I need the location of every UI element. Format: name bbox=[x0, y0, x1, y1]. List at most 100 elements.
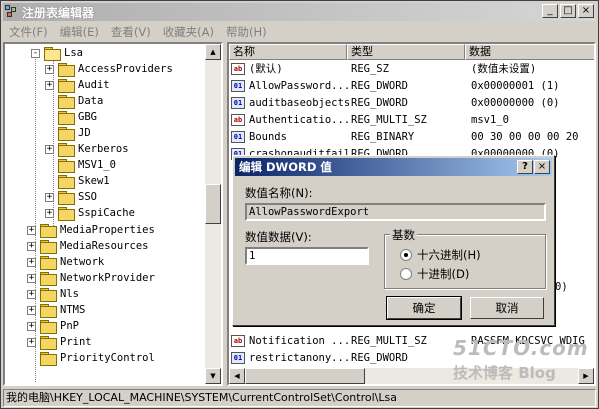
tree-item-data[interactable]: Data bbox=[45, 93, 103, 109]
tree-item-gbg[interactable]: GBG bbox=[45, 109, 97, 125]
scroll-left-icon[interactable]: ◀ bbox=[229, 368, 245, 384]
expand-icon[interactable]: + bbox=[27, 337, 36, 347]
radio-hexadecimal[interactable]: 十六进制(H) bbox=[400, 247, 481, 263]
value-row[interactable]: ab (默认) REG_SZ (数值未设置) bbox=[229, 61, 594, 78]
expand-icon[interactable]: + bbox=[27, 321, 36, 331]
tree-item-network[interactable]: + Network bbox=[27, 254, 104, 270]
folder-icon bbox=[58, 95, 75, 109]
menu-help[interactable]: 帮助(H) bbox=[220, 24, 273, 40]
tree-item-label: Nls bbox=[60, 288, 79, 300]
folder-icon bbox=[58, 143, 75, 157]
expand-icon[interactable]: + bbox=[27, 273, 36, 283]
value-row[interactable]: 01 auditbaseobjects REG_DWORD 0x00000000… bbox=[229, 95, 594, 112]
scroll-thumb[interactable] bbox=[205, 184, 221, 224]
ok-button[interactable]: 确定 bbox=[387, 297, 461, 319]
tree-item-mediaproperties[interactable]: + MediaProperties bbox=[27, 222, 155, 238]
tree-item-sspicache[interactable]: + SspiCache bbox=[45, 205, 135, 221]
tree-item-print[interactable]: + Print bbox=[27, 334, 92, 350]
column-header-type[interactable]: 类型 bbox=[347, 44, 465, 60]
scroll-down-icon[interactable]: ▼ bbox=[205, 368, 221, 384]
dialog-close-button[interactable]: × bbox=[534, 160, 550, 174]
expand-icon[interactable]: + bbox=[45, 64, 54, 74]
value-data: msv1_0 bbox=[471, 114, 509, 126]
tree-item-mediaresources[interactable]: + MediaResources bbox=[27, 238, 149, 254]
scroll-thumb[interactable] bbox=[245, 368, 365, 384]
value-type: REG_SZ bbox=[351, 63, 389, 75]
minimize-button[interactable]: _ bbox=[542, 4, 558, 18]
tree-item-label: SspiCache bbox=[78, 207, 135, 219]
tree-item-jd[interactable]: JD bbox=[45, 125, 91, 141]
status-bar: 我的电脑\HKEY_LOCAL_MACHINE\SYSTEM\CurrentCo… bbox=[3, 389, 596, 407]
column-header-name[interactable]: 名称 bbox=[229, 44, 347, 60]
help-button[interactable]: ? bbox=[517, 160, 533, 174]
expand-icon[interactable]: + bbox=[27, 257, 36, 267]
tree-item-networkprovider[interactable]: + NetworkProvider bbox=[27, 270, 155, 286]
edit-dword-dialog: 编辑 DWORD 值 ? × 数值名称(N): AllowPasswordExp… bbox=[232, 155, 555, 326]
dialog-title[interactable]: 编辑 DWORD 值 bbox=[235, 158, 552, 176]
menu-bar: 文件(F) 编辑(E) 查看(V) 收藏夹(A) 帮助(H) bbox=[3, 22, 596, 41]
folder-icon bbox=[40, 272, 57, 286]
value-data-input[interactable]: 1 bbox=[245, 247, 369, 265]
value-row[interactable]: ab Notification ... REG_MULTI_SZ RASSFM … bbox=[229, 333, 594, 350]
tree-item-label: Network bbox=[60, 256, 105, 268]
value-type: REG_DWORD bbox=[351, 80, 408, 92]
menu-view[interactable]: 查看(V) bbox=[105, 24, 157, 40]
close-button[interactable]: × bbox=[578, 4, 594, 18]
string-value-icon: ab bbox=[231, 335, 245, 347]
menu-edit[interactable]: 编辑(E) bbox=[54, 24, 105, 40]
menu-favorites[interactable]: 收藏夹(A) bbox=[157, 24, 220, 40]
expand-icon[interactable]: + bbox=[45, 80, 54, 90]
expand-icon[interactable]: + bbox=[27, 241, 36, 251]
tree-item-label: NTMS bbox=[60, 304, 86, 316]
expand-icon[interactable]: + bbox=[27, 289, 36, 299]
value-row[interactable]: ab Authenticatio... REG_MULTI_SZ msv1_0 bbox=[229, 112, 594, 129]
tree-item-skew1[interactable]: Skew1 bbox=[45, 173, 110, 189]
tree-item-prioritycontrol[interactable]: PriorityControl bbox=[27, 350, 155, 366]
base-group-title: 基数 bbox=[390, 227, 417, 243]
maximize-button[interactable]: □ bbox=[560, 4, 576, 18]
tree-scrollbar[interactable]: ▲ ▼ bbox=[205, 44, 221, 384]
tree-item-ntms[interactable]: + NTMS bbox=[27, 302, 85, 318]
scroll-up-icon[interactable]: ▲ bbox=[205, 44, 221, 60]
folder-icon bbox=[58, 191, 75, 205]
tree-item-pnp[interactable]: + PnP bbox=[27, 318, 79, 334]
column-header-data[interactable]: 数据 bbox=[465, 44, 594, 60]
expand-icon[interactable]: + bbox=[27, 225, 36, 235]
string-value-icon: ab bbox=[231, 63, 245, 75]
expand-icon[interactable]: + bbox=[45, 144, 54, 154]
value-row[interactable]: 01 AllowPassword... REG_DWORD 0x00000001… bbox=[229, 78, 594, 95]
value-type: REG_MULTI_SZ bbox=[351, 114, 427, 126]
cancel-button[interactable]: 取消 bbox=[470, 297, 544, 319]
value-row[interactable]: 01 restrictanony... REG_DWORD bbox=[229, 350, 594, 367]
tree-item-sso[interactable]: + SSO bbox=[45, 189, 97, 205]
scroll-right-icon[interactable]: ▶ bbox=[578, 368, 594, 384]
tree-item-accessproviders[interactable]: + AccessProviders bbox=[45, 61, 173, 77]
collapse-icon[interactable]: - bbox=[31, 48, 40, 58]
tree-item-nls[interactable]: + Nls bbox=[27, 286, 79, 302]
radio-hex-label: 十六进制(H) bbox=[417, 248, 481, 262]
radio-decimal[interactable]: 十进制(D) bbox=[400, 266, 469, 282]
value-data: RASSFM KDCSVC WDIG bbox=[471, 335, 585, 347]
binary-value-icon: 01 bbox=[231, 80, 245, 92]
folder-icon bbox=[58, 79, 75, 93]
expand-icon[interactable]: + bbox=[45, 192, 54, 202]
title-bar[interactable]: 注册表编辑器 _ □ × bbox=[3, 3, 596, 21]
tree-item-label: MSV1_0 bbox=[78, 159, 116, 171]
folder-icon bbox=[40, 336, 57, 350]
tree-item-kerberos[interactable]: + Kerberos bbox=[45, 141, 129, 157]
expand-icon[interactable]: + bbox=[45, 208, 54, 218]
tree-item-msv1-0[interactable]: MSV1_0 bbox=[45, 157, 116, 173]
menu-file[interactable]: 文件(F) bbox=[3, 24, 54, 40]
folder-icon bbox=[40, 224, 57, 238]
list-hscrollbar[interactable]: ◀ ▶ bbox=[229, 368, 594, 384]
value-name: Authenticatio... bbox=[249, 114, 351, 126]
tree-item-label: Audit bbox=[78, 79, 110, 91]
tree-item-audit[interactable]: + Audit bbox=[45, 77, 110, 93]
registry-tree[interactable]: - Lsa + AccessProviders + Audit Data GBG bbox=[3, 42, 223, 386]
tree-item-lsa[interactable]: - Lsa bbox=[31, 45, 83, 61]
expand-icon[interactable]: + bbox=[27, 305, 36, 315]
value-row[interactable]: 01 Bounds REG_BINARY 00 30 00 00 00 20 bbox=[229, 129, 594, 146]
radio-dec-label: 十进制(D) bbox=[417, 267, 470, 281]
